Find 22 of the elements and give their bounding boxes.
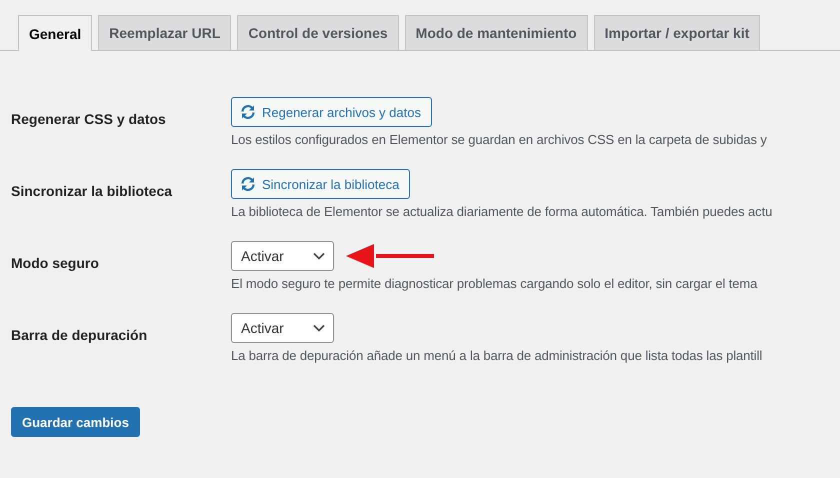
tab[interactable]: Importar / exportar kit <box>594 15 760 50</box>
setting-description: El modo seguro te permite diagnosticar problemas cargando solo el editor, sin cargar el tema <box>231 276 758 291</box>
tab[interactable]: Reemplazar URL <box>98 15 232 50</box>
tab[interactable]: General <box>18 15 92 51</box>
tab[interactable]: Control de versiones <box>237 15 399 50</box>
setting-description: La barra de depuración añade un menú a la barra de administración que lista todas las plantill <box>231 348 762 363</box>
setting-description: Los estilos configurados en Elementor se guardan en archivos CSS en la carpeta de subidas y <box>231 132 767 147</box>
action-button[interactable]: Regenerar archivos y datos <box>231 97 432 127</box>
save-button[interactable]: Guardar cambios <box>11 407 140 437</box>
setting-description: La biblioteca de Elementor se actualiza diariamente de forma automática. También puedes actu <box>231 204 772 219</box>
select-dropdown[interactable]: Activar <box>231 241 334 271</box>
setting-label: Modo seguro <box>10 254 100 273</box>
select-dropdown[interactable]: Activar <box>231 313 334 343</box>
setting-label: Regenerar CSS y datos <box>10 110 167 129</box>
refresh-icon <box>240 104 256 120</box>
chevron-down-icon <box>313 252 325 260</box>
action-button[interactable]: Sincronizar la biblioteca <box>231 169 410 199</box>
refresh-icon <box>240 176 256 192</box>
chevron-down-icon <box>313 324 325 332</box>
setting-label: Barra de depuración <box>10 326 148 345</box>
tab[interactable]: Modo de mantenimiento <box>404 15 588 50</box>
setting-label: Sincronizar la biblioteca <box>10 182 174 201</box>
